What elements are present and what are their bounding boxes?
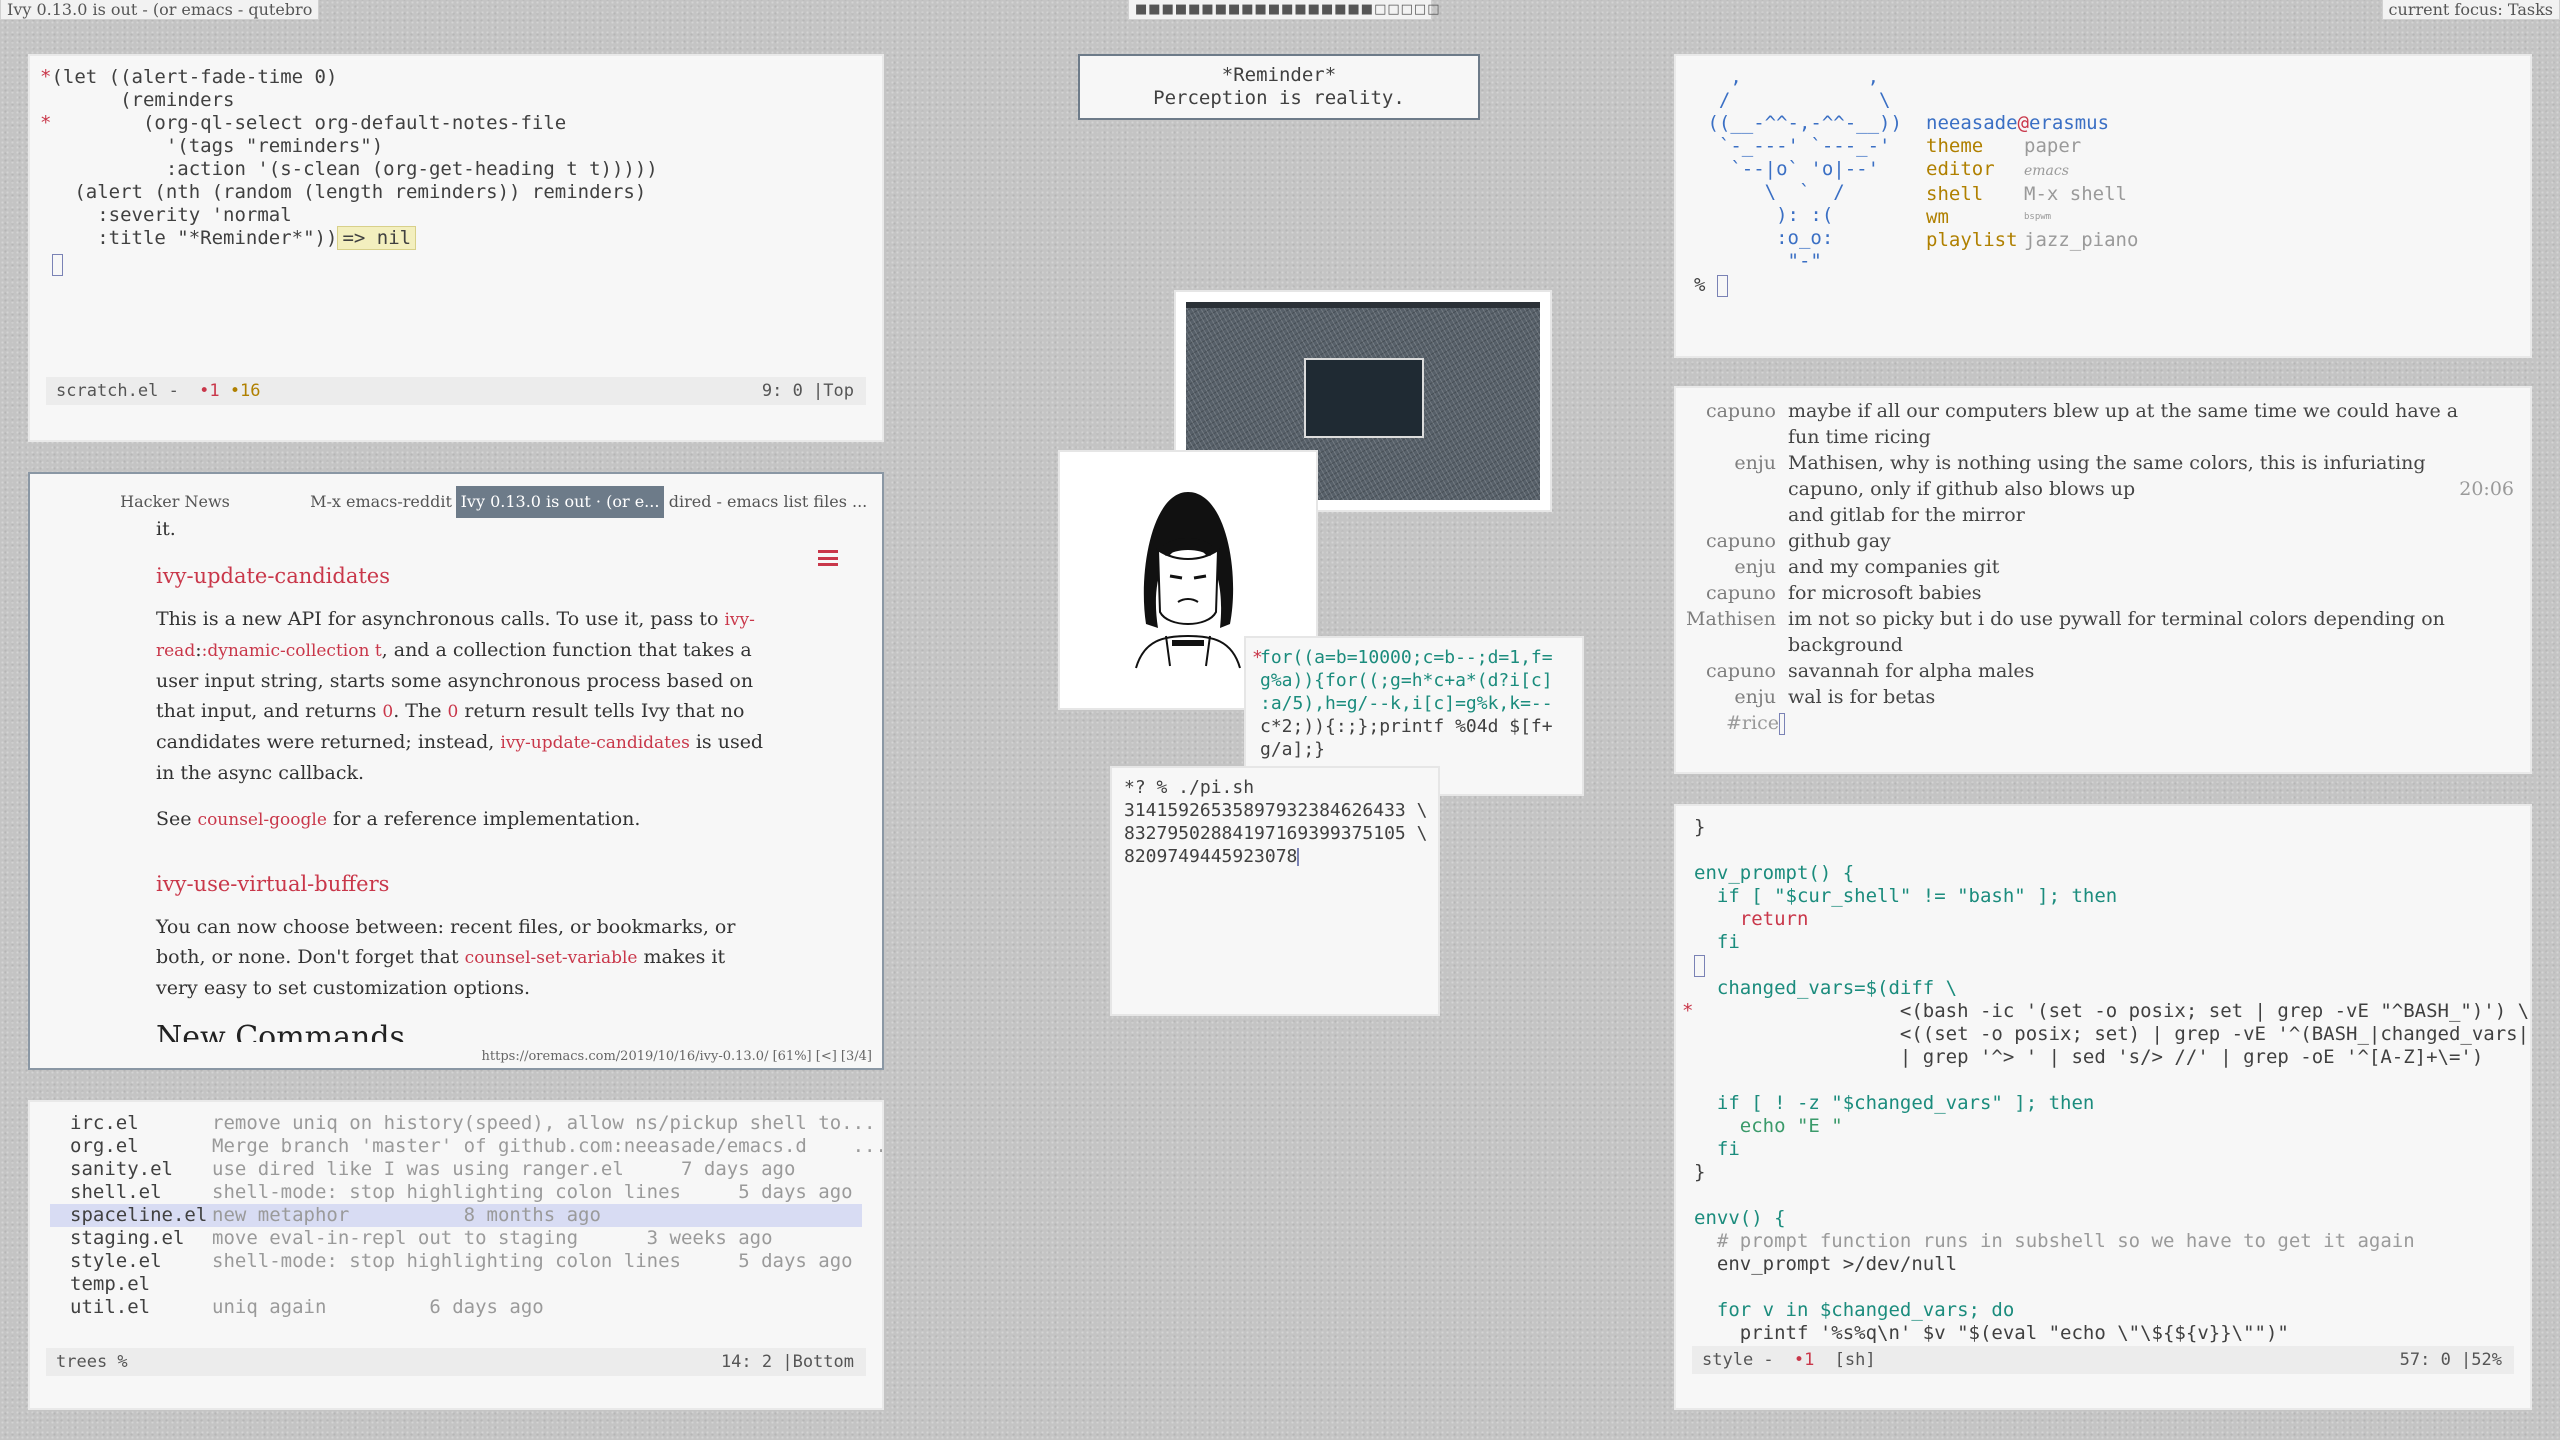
code-line: '(tags "reminders") bbox=[51, 135, 384, 157]
reminder-notification[interactable]: *Reminder* Perception is reality. bbox=[1078, 54, 1480, 120]
section-title-new-commands: New Commands bbox=[156, 1020, 405, 1042]
tab-bar: Hacker News M-x emacs-reddit Ivy 0.13.0 … bbox=[42, 482, 870, 518]
section-paragraph: You can now choose between: recent files… bbox=[156, 916, 736, 999]
code-line: :title "*Reminder*")) => nil bbox=[40, 226, 658, 250]
neofetch-terminal[interactable]: , , / \ ((__-^^-,-^^-__)) `-_---' `---_-… bbox=[1674, 54, 2532, 358]
list-item[interactable]: org.el Merge branch 'master' of github.co… bbox=[50, 1135, 882, 1158]
scratch-code[interactable]: *(let ((alert-fade-time 0) (reminders * … bbox=[40, 66, 658, 276]
section-paragraph: This is a new API for asynchronous calls… bbox=[156, 608, 764, 784]
code-line: * (org-ql-select org-default-notes-file bbox=[40, 112, 567, 134]
code-line: fi bbox=[1694, 931, 1740, 953]
editor-modeline: style - •1 [sh] 57: 0 |52% bbox=[1692, 1346, 2514, 1374]
code-line: env_prompt() { bbox=[1694, 862, 1855, 884]
pi-output-terminal[interactable]: *? % ./pi.sh 31415926535897932384626433 … bbox=[1110, 766, 1440, 1016]
code-line: :action '(s-clean (org-get-heading t t))… bbox=[51, 158, 658, 180]
output-line: 83279502884197169399375105 \ bbox=[1124, 823, 1428, 844]
code-line: *(let ((alert-fade-time 0) bbox=[40, 66, 338, 88]
code-line: } bbox=[1694, 816, 1706, 838]
code-line: for v in $changed_vars; do bbox=[1694, 1299, 2015, 1321]
code-line: envv() { bbox=[1694, 1207, 1786, 1229]
window-title-bar: Ivy 0.13.0 is out - (or emacs - qutebro bbox=[0, 0, 320, 20]
shell-prompt[interactable]: % bbox=[1694, 274, 1728, 297]
list-item[interactable]: irc.el remove uniq on history(speed), all… bbox=[50, 1112, 875, 1135]
article-intro: it. bbox=[156, 520, 176, 540]
list-item[interactable]: temp.el bbox=[50, 1273, 862, 1296]
code-line: g/a];} bbox=[1260, 739, 1326, 760]
code-line: <((set -o posix; set) | grep -vE '^(BASH… bbox=[1694, 1023, 2530, 1045]
shell-editor-window[interactable]: } ​ env_prompt() { if [ "$cur_shell" != … bbox=[1674, 804, 2532, 1410]
code-line: # prompt function runs in subshell so we… bbox=[1694, 1230, 2415, 1252]
code-line: * for((a=b=10000;c=b--;d=1,f= bbox=[1252, 647, 1553, 668]
git-files-window[interactable]: irc.el remove uniq on history(speed), all… bbox=[28, 1100, 884, 1410]
scratch-modeline: scratch.el - •1 •16 9: 0 |Top bbox=[46, 377, 866, 405]
hamburger-menu-icon[interactable] bbox=[818, 550, 838, 566]
ascii-art: , , / \ ((__-^^-,-^^-__)) `-_---' `---_-… bbox=[1696, 66, 1902, 272]
code-line: ​ bbox=[1694, 839, 2520, 862]
code-line: if [ ! -z "$changed_vars" ]; then bbox=[1694, 1092, 2095, 1114]
code-line: ​ bbox=[1694, 1069, 2520, 1092]
focus-indicator: current focus: Tasks bbox=[2381, 0, 2560, 20]
shell-prompt: *? % ./pi.sh bbox=[1124, 777, 1255, 798]
code-line: c*2;)){:;};printf %04d $[f+ bbox=[1260, 716, 1553, 737]
code-line bbox=[1694, 954, 2520, 977]
list-item[interactable]: shell.el shell-mode: stop highlighting co… bbox=[50, 1181, 862, 1204]
code-line: (reminders bbox=[51, 89, 235, 111]
list-item-selected[interactable]: spaceline.el new metaphor 8 months ago bbox=[50, 1204, 862, 1227]
article-viewport[interactable]: it. ivy-update-candidates This is a new … bbox=[30, 520, 882, 1042]
code-line: :a/5),h=g/--k,i[c]=g%k,k=-- bbox=[1260, 693, 1553, 714]
link-counsel-google[interactable]: counsel-google bbox=[198, 810, 327, 830]
browser-window[interactable]: Hacker News M-x emacs-reddit Ivy 0.13.0 … bbox=[28, 472, 884, 1070]
code-line: g%a)){for((;g=h*c+a*(d?i[c] bbox=[1260, 670, 1553, 691]
list-item[interactable]: style.el shell-mode: stop highlighting co… bbox=[50, 1250, 862, 1273]
reminder-body: Perception is reality. bbox=[1153, 87, 1405, 109]
section-title-update-candidates: ivy-update-candidates bbox=[156, 564, 391, 588]
code-line: (alert (nth (random (length reminders)) … bbox=[51, 181, 647, 203]
chat-timestamp: 20:06 bbox=[2459, 478, 2514, 500]
code-line: if [ "$cur_shell" != "bash" ]; then bbox=[1694, 885, 2118, 907]
code-line: echo "E " bbox=[1694, 1115, 1843, 1137]
code-line: return bbox=[1694, 908, 1809, 930]
output-line: 31415926535897932384626433 \ bbox=[1124, 800, 1428, 821]
irc-chat-window[interactable]: capuno maybe if all our computers blew up… bbox=[1674, 386, 2532, 774]
browser-statusbar: https://oremacs.com/2019/10/16/ivy-0.13.… bbox=[481, 1049, 872, 1064]
tab-hacker-news[interactable]: Hacker News bbox=[42, 486, 308, 518]
code-line: | grep '^> ' | sed 's/> //' | grep -oE '… bbox=[1694, 1046, 2484, 1068]
git-modeline: trees % 14: 2 |Bottom bbox=[46, 1348, 866, 1376]
code-line: printf '%s%q\n' $v "$(eval "echo \"\${${… bbox=[1694, 1322, 2289, 1344]
see-paragraph: See counsel-google for a reference imple… bbox=[156, 808, 641, 830]
list-item[interactable]: util.el uniq again 6 days ago bbox=[50, 1296, 862, 1319]
editor-code[interactable]: } ​ env_prompt() { if [ "$cur_shell" != … bbox=[1682, 816, 2530, 1345]
tab-ivy-article[interactable]: Ivy 0.13.0 is out · (or e... bbox=[456, 486, 664, 518]
eval-result: => nil bbox=[337, 226, 417, 250]
reminder-title: *Reminder* bbox=[1221, 64, 1337, 86]
chat-input[interactable]: #rice bbox=[1726, 710, 1785, 736]
code-line: } bbox=[1694, 1161, 1706, 1183]
code-line: * <(bash -ic '(set -o posix; set | grep … bbox=[1682, 1000, 2530, 1022]
code-line: env_prompt >/dev/null bbox=[1694, 1253, 1958, 1275]
chat-log: capuno maybe if all our computers blew up… bbox=[1686, 400, 2459, 708]
link-ivy-update-candidates[interactable]: ivy-update-candidates bbox=[500, 733, 689, 753]
text-cursor bbox=[52, 254, 658, 276]
list-item[interactable]: staging.el move eval-in-repl out to stagi… bbox=[50, 1227, 862, 1250]
output-line: 8209749445923078 bbox=[1124, 846, 1300, 867]
code-line: ​ bbox=[1694, 1276, 2520, 1299]
code-line: ​ bbox=[1694, 1184, 2520, 1207]
code-line: fi bbox=[1694, 1138, 1740, 1160]
link-dynamic-collection[interactable]: :dynamic-collection t bbox=[202, 641, 382, 661]
system-info: neeasade@erasmus theme paper editor emacs … bbox=[1926, 112, 2139, 251]
code-line: changed_vars=$(diff \ bbox=[1694, 977, 1958, 999]
list-item[interactable]: sanity.el use dired like I was using rang… bbox=[50, 1158, 862, 1181]
section-title-virtual-buffers: ivy-use-virtual-buffers bbox=[156, 872, 390, 896]
code-line: :severity 'normal bbox=[51, 204, 292, 226]
link-counsel-set-variable[interactable]: counsel-set-variable bbox=[465, 948, 638, 968]
tab-dired[interactable]: dired - emacs list files ... bbox=[664, 486, 872, 518]
file-list[interactable]: irc.el remove uniq on history(speed), all… bbox=[50, 1112, 882, 1319]
scratch-window[interactable]: *(let ((alert-fade-time 0) (reminders * … bbox=[28, 54, 884, 442]
workspace-indicator[interactable]: ■■■■■■■■■■■■■■■■■■□□□□□ bbox=[1128, 0, 1440, 20]
